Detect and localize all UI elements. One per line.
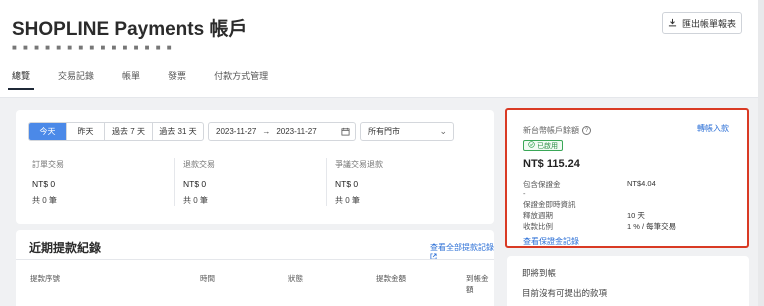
arrow-right-icon: →	[262, 127, 271, 136]
divider	[326, 158, 327, 206]
download-icon	[668, 18, 677, 29]
view-all-payouts-label: 查看全部提款記錄	[430, 243, 494, 252]
calendar-icon	[341, 127, 350, 138]
guarantee-realtime-label: 保證金即時資訊	[523, 200, 576, 209]
help-icon[interactable]: ?	[582, 126, 591, 135]
page-scrollbar[interactable]	[758, 0, 764, 306]
transaction-summary-card: 今天 昨天 過去 7 天 過去 31 天 2023-11-27 → 2023-1…	[16, 110, 494, 224]
quick-range-group: 今天 昨天 過去 7 天 過去 31 天	[28, 122, 204, 141]
status-badge: 已啟用	[523, 140, 563, 151]
column-header-received-amount: 到帳金額	[466, 274, 489, 294]
stat-count: 共 0 筆	[32, 196, 57, 205]
filter-bar: 今天 昨天 過去 7 天 過去 31 天 2023-11-27 → 2023-1…	[28, 122, 454, 141]
twd-account-balance-card: 新台幣帳戶餘額 ? 轉帳入款 已啟用 NT$ 115.24 包含保證金 NT$4…	[505, 108, 749, 248]
stat-dispute-refunds: 爭議交易退款 NT$ 0 共 0 筆	[335, 159, 383, 206]
tab-overview[interactable]: 總覽	[7, 68, 35, 90]
guarantee-included-value: NT$4.04	[627, 179, 656, 188]
column-header-time: 時間	[200, 274, 215, 283]
range-today-button[interactable]: 今天	[29, 123, 67, 140]
account-balance-title: 新台幣帳戶餘額	[523, 126, 579, 135]
tab-payment-methods[interactable]: 付款方式管理	[214, 68, 268, 90]
date-start: 2023-11-27	[216, 127, 257, 136]
store-select-value: 所有門市	[368, 127, 400, 136]
stat-value: NT$ 0	[183, 179, 207, 189]
column-header-payout-id: 提款序號	[30, 274, 60, 283]
tab-bar: 總覽 交易記錄 帳單 發票 付款方式管理	[7, 68, 296, 90]
account-balance-value: NT$ 115.24	[523, 158, 580, 170]
divider	[174, 158, 175, 206]
store-select[interactable]: 所有門市 ⌄	[360, 122, 454, 141]
release-cycle-label: 釋放週期	[523, 211, 553, 220]
stat-label: 爭議交易退款	[335, 160, 383, 169]
tab-invoices[interactable]: 發票	[168, 68, 186, 90]
pending-empty-text: 目前沒有可提出的款項	[522, 288, 608, 298]
range-yesterday-button[interactable]: 昨天	[67, 123, 105, 140]
stat-value: NT$ 0	[335, 179, 359, 189]
collection-ratio-label: 收款比例	[523, 222, 553, 231]
payouts-title: 近期提款紀錄	[29, 241, 102, 255]
divider	[16, 259, 494, 260]
export-statement-label: 匯出帳單報表	[681, 18, 736, 29]
pending-payout-card: 即將到帳 目前沒有可提出的款項	[507, 256, 749, 306]
transfer-in-link[interactable]: 轉帳入款	[697, 123, 729, 134]
date-range-picker[interactable]: 2023-11-27 → 2023-11-27	[208, 122, 356, 141]
page-title: SHOPLINE Payments 帳戶	[12, 19, 248, 40]
stat-count: 共 0 筆	[183, 196, 208, 205]
stat-label: 退款交易	[183, 160, 215, 169]
stat-refunds: 退款交易 NT$ 0 共 0 筆	[183, 159, 215, 206]
stat-count: 共 0 筆	[335, 196, 360, 205]
status-badge-label: 已啟用	[537, 142, 558, 150]
pending-title: 即將到帳	[522, 268, 557, 278]
recent-payouts-card: 近期提款紀錄 查看全部提款記錄 提款序號 時間 狀態 提款金額 到帳金額	[16, 230, 494, 306]
separator-dash: -	[523, 189, 526, 198]
release-cycle-value: 10 天	[627, 211, 645, 220]
guarantee-included-label: 包含保證金	[523, 180, 561, 189]
tab-transactions[interactable]: 交易記錄	[58, 68, 94, 90]
chevron-down-icon: ⌄	[439, 126, 447, 136]
stat-value: NT$ 0	[32, 179, 56, 189]
column-header-status: 狀態	[288, 274, 303, 283]
stat-orders: 訂單交易 NT$ 0 共 0 筆	[32, 159, 64, 206]
check-circle-icon	[528, 141, 535, 150]
date-end: 2023-11-27	[276, 127, 317, 136]
range-31-days-button[interactable]: 過去 31 天	[153, 123, 203, 140]
export-statement-button[interactable]: 匯出帳單報表	[662, 12, 742, 34]
external-link-icon	[430, 253, 437, 262]
tab-bills[interactable]: 帳單	[122, 68, 140, 90]
column-header-payout-amount: 提款金額	[376, 274, 406, 283]
account-balance-label: 新台幣帳戶餘額 ?	[523, 125, 591, 136]
range-7-days-button[interactable]: 過去 7 天	[105, 123, 153, 140]
collection-ratio-value: 1 % / 每筆交易	[627, 222, 677, 231]
page-header: SHOPLINE Payments 帳戶 ■ ■ ■ ■ ■ ■ ■ ■ ■ ■…	[0, 0, 764, 98]
stat-label: 訂單交易	[32, 160, 64, 169]
view-guarantee-records-link[interactable]: 查看保證金記錄	[523, 236, 579, 247]
account-id-masked: ■ ■ ■ ■ ■ ■ ■ ■ ■ ■ ■ ■ ■ ■ ■	[12, 43, 174, 52]
